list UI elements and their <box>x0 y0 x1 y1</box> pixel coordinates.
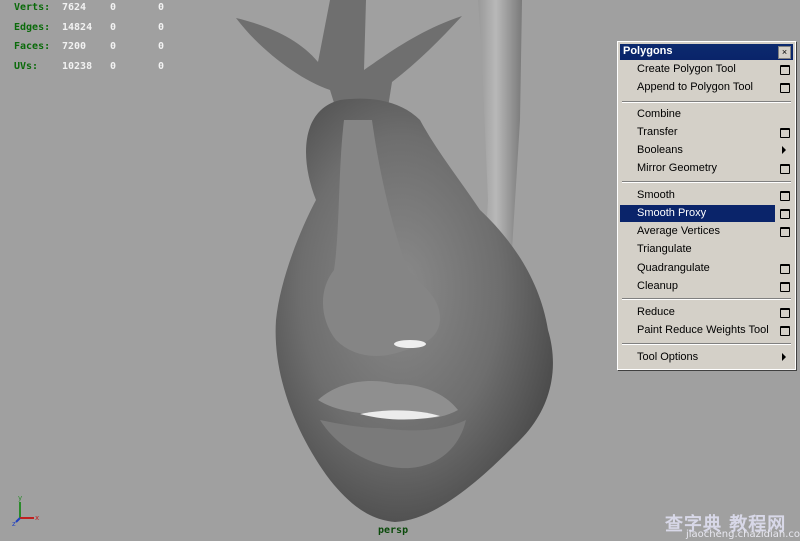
menu-item-append-to-polygon-tool[interactable]: Append to Polygon Tool <box>620 79 775 96</box>
menu-item-transfer[interactable]: Transfer <box>620 124 775 141</box>
hud-row-uvs: UVs: 10238 0 0 <box>14 61 184 81</box>
menu-item-combine[interactable]: Combine <box>620 106 775 123</box>
hud-value: 0 <box>110 60 117 72</box>
hud-value: 0 <box>110 41 117 52</box>
option-box-icon[interactable] <box>780 209 790 219</box>
option-box-icon[interactable] <box>780 308 790 318</box>
menu-separator <box>622 181 791 183</box>
hud-value: 0 <box>158 21 165 33</box>
menu-separator <box>622 298 791 300</box>
hud-row-faces: Faces: 7200 0 0 <box>14 41 184 61</box>
option-box-icon[interactable] <box>780 326 790 336</box>
menu-separator <box>622 101 791 103</box>
option-box-icon[interactable] <box>780 191 790 201</box>
option-box-icon[interactable] <box>780 128 790 138</box>
option-box-icon[interactable] <box>780 282 790 292</box>
hud-value: 0 <box>158 41 165 52</box>
submenu-arrow-icon <box>782 146 786 154</box>
axis-gizmo-icon: y x z <box>12 494 39 526</box>
menu-title-bar[interactable]: Polygons × <box>620 44 793 60</box>
hud-value: 7200 <box>62 41 87 52</box>
menu-item-mirror-geometry[interactable]: Mirror Geometry <box>620 160 775 177</box>
menu-item-reduce[interactable]: Reduce <box>620 304 775 321</box>
hud-value: 14824 <box>62 21 93 33</box>
menu-item-label: Smooth <box>637 189 675 201</box>
hud-value: 0 <box>110 2 117 13</box>
menu-item-create-polygon-tool[interactable]: Create Polygon Tool <box>620 61 775 78</box>
axis-x-label: x <box>35 514 39 522</box>
menu-item-label: Triangulate <box>637 243 692 255</box>
menu-title: Polygons <box>623 45 673 57</box>
poly-count-hud: Verts: 7624 0 0 Edges: 14824 0 0 Faces: … <box>14 2 184 80</box>
menu-item-tool-options[interactable]: Tool Options <box>620 349 775 366</box>
menu-item-average-vertices[interactable]: Average Vertices <box>620 223 775 240</box>
hud-label: Verts: <box>14 2 51 13</box>
menu-item-label: Combine <box>637 108 682 120</box>
hud-value: 0 <box>158 2 165 13</box>
hud-value: 10238 <box>62 60 93 72</box>
hud-value: 7624 <box>62 2 87 13</box>
option-box-icon[interactable] <box>780 264 790 274</box>
option-box-icon[interactable] <box>780 65 790 75</box>
hud-label: Edges: <box>14 21 51 33</box>
option-box-icon[interactable] <box>780 227 790 237</box>
hud-value: 0 <box>110 21 117 33</box>
menu-item-label: Smooth Proxy <box>637 207 707 219</box>
hud-label: UVs: <box>14 60 39 72</box>
menu-separator <box>622 343 791 345</box>
menu-item-label: Paint Reduce Weights Tool <box>637 324 769 336</box>
menu-item-smooth[interactable]: Smooth <box>620 187 775 204</box>
menu-item-booleans[interactable]: Booleans <box>620 142 775 159</box>
menu-item-smooth-proxy[interactable]: Smooth Proxy <box>620 205 775 222</box>
menu-item-label: Tool Options <box>637 351 699 363</box>
menu-item-cleanup[interactable]: Cleanup <box>620 278 775 295</box>
option-box-icon[interactable] <box>780 164 790 174</box>
menu-item-label: Cleanup <box>637 280 678 292</box>
menu-item-label: Mirror Geometry <box>637 162 718 174</box>
menu-item-label: Average Vertices <box>637 225 720 237</box>
watermark-url: jiaocheng.chazidian.com <box>686 529 800 540</box>
menu-item-label: Create Polygon Tool <box>637 63 736 75</box>
hud-row-verts: Verts: 7624 0 0 <box>14 2 184 22</box>
menu-item-label: Transfer <box>637 126 678 138</box>
close-icon[interactable]: × <box>778 46 791 59</box>
hud-value: 0 <box>158 60 165 72</box>
hud-label: Faces: <box>14 41 51 52</box>
menu-item-quadrangulate[interactable]: Quadrangulate <box>620 260 775 277</box>
menu-item-label: Append to Polygon Tool <box>637 81 753 93</box>
submenu-arrow-icon <box>782 353 786 361</box>
axis-y-label: y <box>18 494 22 502</box>
hud-row-edges: Edges: 14824 0 0 <box>14 22 184 42</box>
polygons-torn-off-menu[interactable]: Polygons × Create Polygon Tool Append to… <box>617 41 796 370</box>
menu-item-label: Quadrangulate <box>637 262 710 274</box>
menu-item-triangulate[interactable]: Triangulate <box>620 241 775 258</box>
option-box-icon[interactable] <box>780 83 790 93</box>
menu-item-label: Reduce <box>637 306 675 318</box>
menu-item-paint-reduce-weights-tool[interactable]: Paint Reduce Weights Tool <box>620 322 775 339</box>
menu-item-label: Booleans <box>637 144 683 156</box>
axis-z-label: z <box>12 520 16 526</box>
camera-label: persp <box>378 525 409 536</box>
